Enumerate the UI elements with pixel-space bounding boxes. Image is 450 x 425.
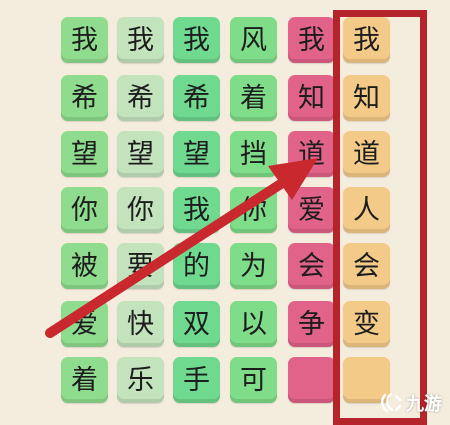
tile-c3-r4[interactable]: 为 (230, 243, 277, 289)
tile-c4-r6[interactable] (288, 357, 335, 403)
watermark: 九游 (379, 390, 442, 416)
tile-c3-r1[interactable]: 着 (230, 75, 277, 121)
tile-c0-r2[interactable]: 望 (61, 131, 108, 177)
tile-c0-r3[interactable]: 你 (61, 187, 108, 233)
tile-c1-r3[interactable]: 你 (117, 187, 164, 233)
tile-c4-r5[interactable]: 争 (288, 301, 335, 347)
tile-c0-r6[interactable]: 着 (61, 357, 108, 403)
tile-c3-r0[interactable]: 风 (230, 17, 277, 63)
tile-c2-r2[interactable]: 望 (173, 131, 220, 177)
tile-c5-r1[interactable]: 知 (343, 75, 390, 121)
tile-c2-r5[interactable]: 双 (173, 301, 220, 347)
tile-c3-r2[interactable]: 挡 (230, 131, 277, 177)
tile-c5-r5[interactable]: 变 (343, 301, 390, 347)
tile-c0-r1[interactable]: 希 (61, 75, 108, 121)
tile-c3-r3[interactable]: 你 (230, 187, 277, 233)
tile-c4-r1[interactable]: 知 (288, 75, 335, 121)
tile-c0-r4[interactable]: 被 (61, 243, 108, 289)
tile-c1-r2[interactable]: 望 (117, 131, 164, 177)
tile-c0-r5[interactable]: 爱 (61, 301, 108, 347)
tile-c1-r6[interactable]: 乐 (117, 357, 164, 403)
tile-c2-r0[interactable]: 我 (173, 17, 220, 63)
tile-c2-r1[interactable]: 希 (173, 75, 220, 121)
tile-c5-r2[interactable]: 道 (343, 131, 390, 177)
tile-c2-r6[interactable]: 手 (173, 357, 220, 403)
tile-c4-r0[interactable]: 我 (288, 17, 335, 63)
tile-c5-r0[interactable]: 我 (343, 17, 390, 63)
tile-c4-r4[interactable]: 会 (288, 243, 335, 289)
tile-c4-r3[interactable]: 爱 (288, 187, 335, 233)
watermark-text: 九游 (406, 394, 442, 415)
word-grid: 我希望你被爱着我希望你要快乐我希望我的双手风着挡你为以可我知道爱会争我知道人会变 (0, 0, 450, 420)
tile-c3-r6[interactable]: 可 (230, 357, 277, 403)
tile-c2-r4[interactable]: 的 (173, 243, 220, 289)
tile-c2-r3[interactable]: 我 (173, 187, 220, 233)
tile-c4-r2[interactable]: 道 (288, 131, 335, 177)
tile-c1-r5[interactable]: 快 (117, 301, 164, 347)
tile-c1-r4[interactable]: 要 (117, 243, 164, 289)
tile-c5-r4[interactable]: 会 (343, 243, 390, 289)
tile-c5-r3[interactable]: 人 (343, 187, 390, 233)
tile-c1-r1[interactable]: 希 (117, 75, 164, 121)
tile-c0-r0[interactable]: 我 (61, 17, 108, 63)
tile-c3-r5[interactable]: 以 (230, 301, 277, 347)
jiuyou-logo-icon (381, 392, 402, 413)
tile-c1-r0[interactable]: 我 (117, 17, 164, 63)
